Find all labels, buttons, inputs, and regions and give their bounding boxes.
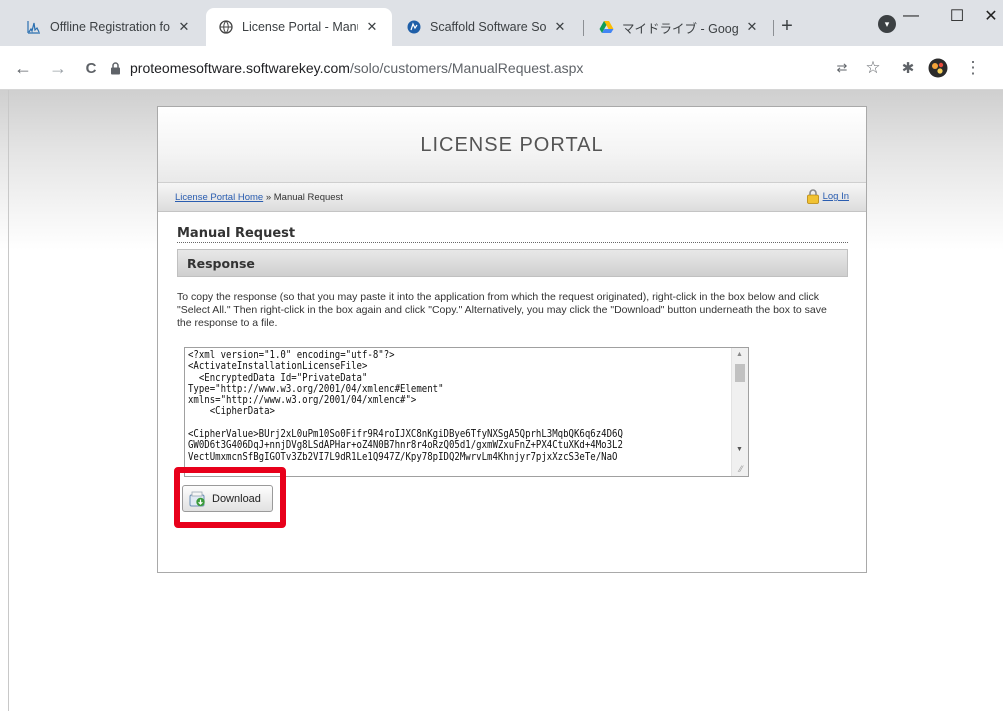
url-text: proteomesoftware.softwarekey.com/solo/cu… <box>130 60 583 76</box>
close-icon[interactable]: ✕ <box>552 19 568 35</box>
manual-request-heading: Manual Request <box>177 226 296 241</box>
login-link[interactable]: Log In <box>823 191 849 202</box>
scroll-up-arrow-icon[interactable]: ▲ <box>736 351 743 358</box>
tab-license-portal[interactable]: License Portal - Manual | ✕ <box>206 8 392 46</box>
tab-google-drive[interactable]: マイドライブ - Google ドライ ✕ <box>586 8 772 46</box>
browser-toolbar: ← → C proteomesoftware.softwarekey.com/s… <box>0 46 1003 90</box>
close-icon[interactable]: ✕ <box>176 19 192 35</box>
new-tab-button[interactable]: + <box>773 12 801 40</box>
download-button[interactable]: Download <box>182 485 273 512</box>
download-icon <box>189 491 205 506</box>
translate-icon[interactable]: ⇄ <box>831 57 853 79</box>
url-path: /solo/customers/ManualRequest.aspx <box>349 60 584 76</box>
response-section-header: Response <box>177 249 848 277</box>
breadcrumb-separator: » <box>263 192 274 203</box>
window-close-button[interactable]: ✕ <box>968 0 1003 32</box>
textarea-scrollbar[interactable]: ▲ ▼ <box>731 348 748 476</box>
breadcrumb-bar: License Portal Home » Manual Request Log… <box>158 182 866 212</box>
browser-tab-strip: Offline Registration for S ✕ License Por… <box>0 0 1003 46</box>
padlock-icon <box>806 189 819 204</box>
response-textarea[interactable]: <?xml version="1.0" encoding="utf-8"?> <… <box>184 347 749 477</box>
scroll-thumb[interactable] <box>735 364 745 382</box>
url-domain: proteomesoftware.softwarekey.com <box>130 60 350 76</box>
google-drive-icon <box>598 19 614 35</box>
tab-separator <box>583 20 584 36</box>
copy-instructions: To copy the response (so that you may pa… <box>177 291 827 329</box>
tab-offline-registration[interactable]: Offline Registration for S ✕ <box>14 8 204 46</box>
extensions-icon[interactable]: ✱ <box>897 57 919 79</box>
lock-icon <box>108 61 122 75</box>
close-icon[interactable]: ✕ <box>364 19 380 35</box>
tab-title: マイドライブ - Google ドライ <box>622 21 738 36</box>
page-left-border <box>8 90 9 711</box>
breadcrumb-home-link[interactable]: License Portal Home <box>175 192 263 203</box>
page-title: LICENSE PORTAL <box>420 134 604 156</box>
bookmark-star-icon[interactable]: ☆ <box>862 57 884 79</box>
login-area: Log In <box>806 189 849 204</box>
scroll-down-arrow-icon[interactable]: ▼ <box>736 446 743 453</box>
response-label: Response <box>187 256 255 271</box>
breadcrumb: License Portal Home » Manual Request <box>175 192 343 203</box>
back-button[interactable]: ← <box>12 57 34 79</box>
sgraph-icon <box>26 19 42 35</box>
tab-scaffold-software[interactable]: Scaffold Software Solutio ✕ <box>394 8 580 46</box>
scaffold-icon <box>406 19 422 35</box>
section-divider <box>177 242 848 243</box>
download-label: Download <box>212 492 261 505</box>
tab-title: Offline Registration for S <box>50 20 170 34</box>
forward-button[interactable]: → <box>47 57 69 79</box>
address-bar[interactable]: proteomesoftware.softwarekey.com/solo/cu… <box>108 54 828 82</box>
tab-title: License Portal - Manual | <box>242 20 358 34</box>
breadcrumb-current: Manual Request <box>273 192 343 203</box>
response-xml-text: <?xml version="1.0" encoding="utf-8"?> <… <box>188 349 623 463</box>
tab-title: Scaffold Software Solutio <box>430 20 546 34</box>
globe-icon <box>218 19 234 35</box>
portal-header: LICENSE PORTAL <box>158 107 866 182</box>
browser-menu-icon[interactable]: ⋮ <box>962 57 984 79</box>
minimize-button[interactable]: — <box>888 0 934 32</box>
reload-button[interactable]: C <box>80 57 102 79</box>
close-icon[interactable]: ✕ <box>744 19 760 35</box>
resize-grip-icon[interactable]: ⁄⁄ <box>735 463 747 475</box>
profile-avatar[interactable] <box>927 57 949 79</box>
